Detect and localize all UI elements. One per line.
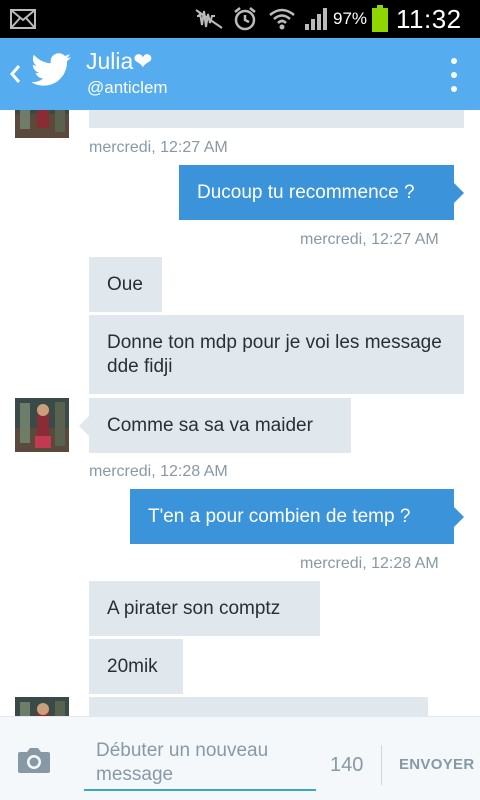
mail-icon (10, 0, 36, 38)
status-bar: 97% 11:32 (0, 0, 480, 38)
wifi-icon (268, 0, 296, 38)
camera-icon[interactable] (17, 746, 51, 779)
avatar[interactable] (15, 398, 69, 452)
clock: 11:32 (396, 3, 462, 34)
message-bubble-incoming[interactable] (89, 697, 428, 716)
screen: 97% 11:32 Julia❤ @anticlem mercredi, 12:… (0, 0, 480, 800)
compose-bar: 140 ENVOYER (0, 716, 480, 800)
overflow-menu-icon[interactable] (446, 56, 462, 94)
avatar[interactable] (15, 110, 69, 138)
message-bubble-outgoing[interactable]: T'en a pour combien de temp ? (130, 489, 464, 544)
message-timestamp: mercredi, 12:27 AM (89, 139, 228, 156)
conversation-list[interactable]: mercredi, 12:27 AM Ducoup tu recommence … (0, 110, 480, 716)
signal-icon (304, 0, 330, 38)
conversation-name: Julia❤ (86, 48, 153, 74)
mute-icon (193, 0, 225, 38)
message-bubble-incoming[interactable]: A pirater son comptz (89, 581, 320, 636)
message-bubble-incoming[interactable]: 20mik (89, 639, 183, 694)
alarm-icon (232, 0, 258, 38)
message-input[interactable] (84, 739, 316, 791)
message-bubble-incoming[interactable]: Donne ton mdp pour je voi les message dd… (89, 315, 464, 394)
battery-icon (371, 0, 389, 38)
character-counter: 140 (330, 754, 364, 776)
message-timestamp: mercredi, 12:28 AM (89, 463, 228, 480)
message-timestamp: mercredi, 12:28 AM (300, 555, 439, 572)
chevron-left-icon[interactable] (6, 60, 24, 88)
send-button[interactable]: ENVOYER (399, 756, 474, 773)
action-bar: Julia❤ @anticlem (0, 38, 480, 110)
message-bubble-incoming[interactable]: Oue (89, 257, 162, 312)
message-bubble-outgoing[interactable]: Ducoup tu recommence ? (179, 165, 464, 220)
avatar[interactable] (15, 697, 69, 716)
message-bubble-incoming[interactable] (89, 110, 464, 128)
message-bubble-incoming[interactable]: Comme sa sa va maider (79, 398, 351, 453)
message-timestamp: mercredi, 12:27 AM (300, 231, 439, 248)
battery-percent: 97% (333, 9, 368, 28)
conversation-handle: @anticlem (87, 78, 168, 97)
divider (381, 745, 382, 785)
twitter-bird-icon[interactable] (31, 53, 72, 92)
